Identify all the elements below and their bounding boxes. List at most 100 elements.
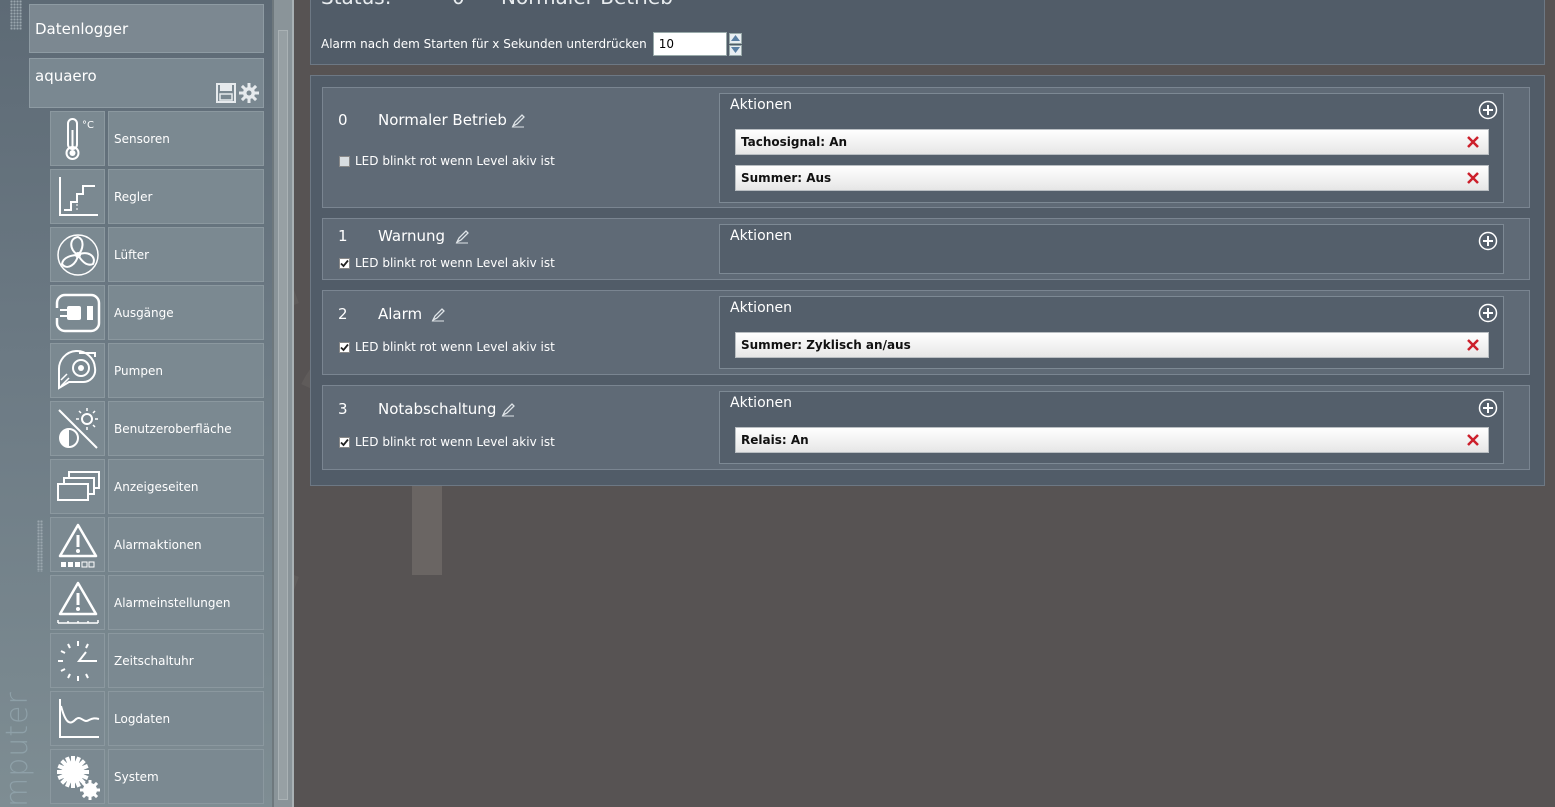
action-item[interactable]: Summer: Aus [735, 165, 1489, 191]
checkbox-checked-icon[interactable] [339, 341, 350, 353]
status-value: 0 [452, 0, 465, 9]
device-header-aquaero[interactable]: aquaero [29, 58, 264, 108]
sidebar-item-logdaten[interactable]: Logdaten [50, 691, 264, 746]
action-item[interactable]: Relais: An [735, 427, 1489, 453]
sidebar-item-label: Anzeigeseiten [108, 459, 264, 514]
delete-action-icon[interactable] [1466, 135, 1480, 149]
thermometer-icon: °C [50, 111, 105, 166]
suppress-seconds-input[interactable] [652, 32, 727, 56]
sidebar-item-benutzeroberflaeche[interactable]: Benutzeroberfläche [50, 401, 264, 456]
add-action-icon[interactable] [1478, 231, 1498, 251]
alarm-settings-icon [50, 575, 105, 630]
level-name: Alarm [378, 305, 423, 323]
sidebar-item-label: System [108, 749, 264, 804]
sidebar-item-label: Ausgänge [108, 285, 264, 340]
add-action-icon[interactable] [1478, 303, 1498, 323]
sidebar-item-pumpen[interactable]: Pumpen [50, 343, 264, 398]
sidebar-item-label: Logdaten [108, 691, 264, 746]
timer-icon [50, 633, 105, 688]
gears-icon [50, 749, 105, 804]
level-number: 0 [338, 111, 348, 129]
led-blink-checkbox[interactable]: LED blinkt rot wenn Level akiv ist [339, 435, 555, 449]
pump-icon [50, 343, 105, 398]
edit-pencil-icon[interactable] [511, 114, 525, 128]
action-item[interactable]: Tachosignal: An [735, 129, 1489, 155]
sidebar-item-ausgaenge[interactable]: Ausgänge [50, 285, 264, 340]
actions-title: Aktionen [730, 395, 792, 411]
edit-pencil-icon[interactable] [431, 308, 445, 322]
suppress-spinner [728, 32, 742, 56]
edit-pencil-icon[interactable] [501, 403, 515, 417]
edit-pencil-icon[interactable] [455, 230, 469, 244]
delete-action-icon[interactable] [1466, 433, 1480, 447]
actions-title: Aktionen [730, 300, 792, 316]
checkbox-checked-icon[interactable] [339, 436, 350, 448]
pages-icon [50, 459, 105, 514]
sidebar-item-system[interactable]: System [50, 749, 264, 804]
level-number: 2 [338, 305, 348, 323]
fan-icon [50, 227, 105, 282]
spin-down-icon[interactable] [728, 44, 742, 56]
led-blink-checkbox[interactable]: LED blinkt rot wenn Level akiv ist [339, 256, 555, 270]
level-number: 3 [338, 400, 348, 418]
level-number: 1 [338, 227, 348, 245]
sidebar-item-anzeigeseiten[interactable]: Anzeigeseiten [50, 459, 264, 514]
sidebar-item-label: Lüfter [108, 227, 264, 282]
delete-action-icon[interactable] [1466, 338, 1480, 352]
sidebar-item-label: Sensoren [108, 111, 264, 166]
status-label: Status: [321, 0, 391, 9]
spin-up-icon[interactable] [728, 32, 742, 44]
actions-box: Aktionen Tachosignal: An Summer: Aus [719, 93, 1504, 203]
level-name: Normaler Betrieb [378, 111, 507, 129]
device-label: Datenlogger [35, 20, 129, 38]
suppress-label: Alarm nach dem Starten für x Sekunden un… [321, 37, 647, 51]
add-action-icon[interactable] [1478, 100, 1498, 120]
alarm-level: 2 Alarm LED blinkt rot wenn Level akiv i… [322, 290, 1530, 375]
actions-box: Aktionen [719, 224, 1504, 274]
sidebar: mputer Datenlogger aquaero °C Sensoren R… [0, 0, 272, 807]
sidebar-item-regler[interactable]: Regler [50, 169, 264, 224]
checkbox-unchecked-icon[interactable] [339, 155, 350, 167]
drag-grip[interactable] [37, 520, 43, 572]
controller-icon [50, 169, 105, 224]
sidebar-item-alarmeinstellungen[interactable]: Alarmeinstellungen [50, 575, 264, 630]
action-label: Relais: An [741, 433, 809, 447]
sidebar-scrollbar[interactable] [272, 0, 294, 807]
led-blink-label: LED blinkt rot wenn Level akiv ist [355, 340, 555, 354]
led-blink-label: LED blinkt rot wenn Level akiv ist [355, 154, 555, 168]
vertical-brand-text: mputer [0, 691, 35, 807]
sidebar-item-zeitschaltuhr[interactable]: Zeitschaltuhr [50, 633, 264, 688]
delete-action-icon[interactable] [1466, 171, 1480, 185]
led-blink-checkbox[interactable]: LED blinkt rot wenn Level akiv ist [339, 154, 555, 168]
sidebar-item-label: Zeitschaltuhr [108, 633, 264, 688]
action-label: Summer: Aus [741, 171, 832, 185]
device-label: aquaero [35, 67, 97, 85]
add-action-icon[interactable] [1478, 398, 1498, 418]
led-blink-label: LED blinkt rot wenn Level akiv ist [355, 256, 555, 270]
sidebar-item-label: Alarmaktionen [108, 517, 264, 572]
sidebar-item-label: Benutzeroberfläche [108, 401, 264, 456]
actions-title: Aktionen [730, 228, 792, 244]
plug-icon [50, 285, 105, 340]
level-name: Notabschaltung [378, 400, 497, 418]
led-blink-label: LED blinkt rot wenn Level akiv ist [355, 435, 555, 449]
checkbox-checked-icon[interactable] [339, 257, 350, 269]
svg-text:°C: °C [82, 120, 94, 131]
status-panel: Status: 0 Normaler Betrieb Alarm nach de… [310, 0, 1545, 65]
device-header-datalogger[interactable]: Datenlogger [29, 4, 264, 53]
scrollbar-thumb[interactable] [278, 30, 288, 800]
alarm-level: 3 Notabschaltung LED blinkt rot wenn Lev… [322, 385, 1530, 470]
actions-box: Aktionen Summer: Zyklisch an/aus [719, 296, 1504, 369]
action-label: Tachosignal: An [741, 135, 848, 149]
sidebar-item-label: Regler [108, 169, 264, 224]
sidebar-item-alarmaktionen[interactable]: Alarmaktionen [50, 517, 264, 572]
gear-icon[interactable] [239, 83, 259, 103]
sidebar-item-sensoren[interactable]: °C Sensoren [50, 111, 264, 166]
status-text: Normaler Betrieb [501, 0, 673, 9]
action-item[interactable]: Summer: Zyklisch an/aus [735, 332, 1489, 358]
led-blink-checkbox[interactable]: LED blinkt rot wenn Level akiv ist [339, 340, 555, 354]
action-label: Summer: Zyklisch an/aus [741, 338, 911, 352]
save-icon[interactable] [216, 83, 236, 103]
sidebar-item-luefter[interactable]: Lüfter [50, 227, 264, 282]
drag-grip[interactable] [10, 0, 22, 30]
